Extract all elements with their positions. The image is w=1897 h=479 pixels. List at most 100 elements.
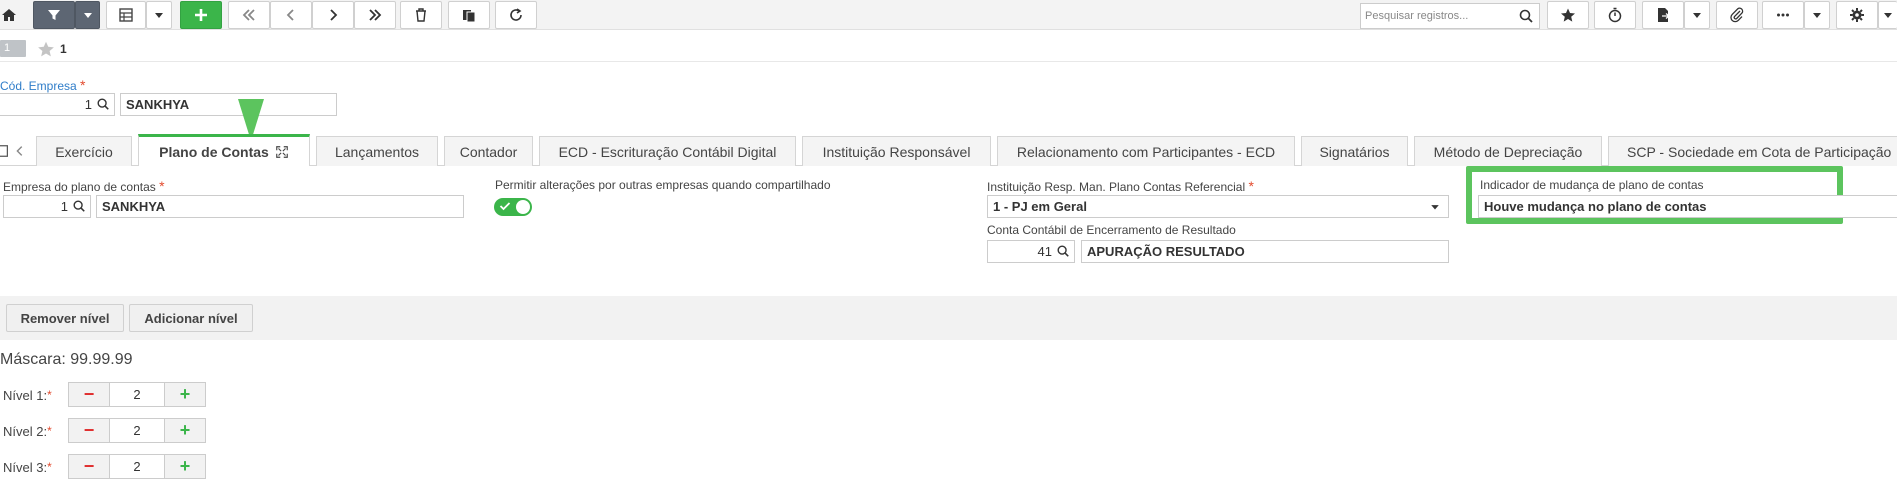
export-dropdown-button[interactable] (1684, 1, 1710, 29)
attachment-icon (1730, 7, 1744, 23)
first-record-icon (242, 9, 255, 21)
increment-button[interactable]: + (164, 382, 206, 407)
check-icon (499, 202, 511, 211)
home-icon[interactable] (0, 1, 24, 29)
tab-instituicao-responsavel[interactable]: Instituição Responsável (802, 136, 991, 166)
company-code-field[interactable]: 1 (0, 93, 115, 116)
caret-down-icon (83, 13, 92, 18)
export-button[interactable] (1642, 1, 1684, 29)
tab-contador[interactable]: Contador (444, 136, 533, 166)
remove-level-button[interactable]: Remover nível (6, 304, 124, 332)
favorite-star-icon[interactable] (37, 40, 55, 58)
plan-company-label: Empresa do plano de contas * (3, 178, 165, 194)
tab-ecd[interactable]: ECD - Escrituração Contábil Digital (539, 136, 796, 166)
company-name-field[interactable]: SANKHYA (120, 93, 337, 116)
timer-button[interactable] (1594, 1, 1636, 29)
increment-button[interactable]: + (164, 418, 206, 443)
level-1-stepper: − 2 + (68, 382, 206, 407)
increment-button[interactable]: + (164, 454, 206, 479)
grid-view-dropdown-button[interactable] (146, 1, 172, 29)
level-2-value[interactable]: 2 (110, 418, 164, 443)
tab-scp[interactable]: SCP - Sociedade em Cota de Participação (1608, 136, 1897, 166)
add-level-button[interactable]: Adicionar nível (129, 304, 253, 332)
change-indicator-field[interactable]: Houve mudança no plano de contas (1478, 195, 1897, 218)
closing-account-code-field[interactable]: 41 (987, 240, 1075, 263)
settings-icon (1850, 8, 1864, 22)
level-1-label: Nível 1:* (3, 388, 52, 403)
tab-bar: Exercício Plano de Contas Lançamentos Co… (0, 134, 1897, 166)
record-number-badge: 1 (0, 40, 26, 57)
next-record-button[interactable] (312, 1, 354, 29)
last-record-icon (369, 9, 382, 21)
more-button[interactable] (1762, 1, 1804, 29)
company-code-label: Cód. Empresa * (0, 77, 86, 93)
level-1-value[interactable]: 2 (110, 382, 164, 407)
level-2-label: Nível 2:* (3, 424, 52, 439)
filter-button[interactable] (33, 1, 75, 29)
tab-exercicio[interactable]: Exercício (36, 136, 132, 166)
first-record-button[interactable] (228, 1, 270, 29)
duplicate-icon (463, 10, 476, 23)
search-input[interactable] (1361, 4, 1511, 28)
expand-icon[interactable] (275, 145, 289, 159)
filter-icon (48, 10, 60, 20)
tab-metodo-depreciacao[interactable]: Método de Depreciação (1414, 136, 1602, 166)
level-3-label: Nível 3:* (3, 460, 52, 475)
allow-changes-label: Permitir alterações por outras empresas … (495, 178, 831, 192)
more-dropdown-button[interactable] (1804, 1, 1830, 29)
scroll-tabs-left-icon[interactable] (13, 144, 27, 158)
favorite-button[interactable] (1547, 1, 1589, 29)
favorites-count: 1 (60, 42, 67, 56)
level-2-stepper: − 2 + (68, 418, 206, 443)
timer-icon (1608, 7, 1622, 23)
main-toolbar (0, 0, 1897, 30)
grid-view-button[interactable] (106, 1, 146, 29)
next-record-icon (330, 9, 338, 21)
search-icon[interactable] (1056, 244, 1070, 258)
tab-lancamentos[interactable]: Lançamentos (316, 136, 438, 166)
settings-dropdown-button[interactable] (1878, 1, 1897, 29)
closing-account-name-field[interactable]: APURAÇÃO RESULTADO (1081, 240, 1449, 263)
plan-company-name-field[interactable]: SANKHYA (96, 195, 464, 218)
caret-down-icon (1813, 13, 1821, 18)
more-icon (1777, 13, 1789, 17)
settings-button[interactable] (1836, 1, 1878, 29)
favorite-icon (1561, 8, 1575, 22)
refresh-button[interactable] (495, 1, 537, 29)
attachment-button[interactable] (1716, 1, 1758, 29)
caret-down-icon (155, 13, 163, 18)
delete-button[interactable] (400, 1, 442, 29)
duplicate-button[interactable] (448, 1, 490, 29)
tab-plano-de-contas[interactable]: Plano de Contas (138, 134, 310, 166)
refresh-icon (510, 8, 522, 21)
change-indicator-label: Indicador de mudança de plano de contas (1480, 178, 1704, 192)
previous-record-icon (286, 9, 294, 21)
search-icon[interactable] (72, 199, 86, 213)
plan-company-code-field[interactable]: 1 (3, 195, 91, 218)
level-3-stepper: − 2 + (68, 454, 206, 479)
institution-label: Instituição Resp. Man. Plano Contas Refe… (987, 178, 1254, 194)
tab-signatarios[interactable]: Signatários (1301, 136, 1408, 166)
previous-record-button[interactable] (270, 1, 312, 29)
last-record-button[interactable] (354, 1, 396, 29)
closing-account-label: Conta Contábil de Encerramento de Result… (987, 223, 1236, 237)
export-icon (1658, 8, 1671, 22)
search-icon[interactable] (1518, 8, 1534, 24)
toggle-knob (516, 200, 530, 214)
search-icon[interactable] (96, 97, 110, 111)
level-actions-bar: Remover nível Adicionar nível (0, 296, 1897, 340)
tab-relacionamento-participantes[interactable]: Relacionamento com Participantes - ECD (997, 136, 1295, 166)
divider (0, 61, 1897, 62)
caret-down-icon (1693, 13, 1701, 18)
caret-down-icon (1431, 205, 1439, 210)
decrement-button[interactable]: − (68, 382, 110, 407)
level-3-value[interactable]: 2 (110, 454, 164, 479)
allow-changes-toggle[interactable] (494, 198, 532, 216)
filter-dropdown-button[interactable] (75, 1, 100, 29)
add-icon (195, 9, 207, 21)
decrement-button[interactable]: − (68, 454, 110, 479)
add-button[interactable] (180, 1, 222, 29)
decrement-button[interactable]: − (68, 418, 110, 443)
institution-select[interactable]: 1 - PJ em Geral (987, 195, 1449, 218)
search-box[interactable] (1360, 3, 1540, 29)
